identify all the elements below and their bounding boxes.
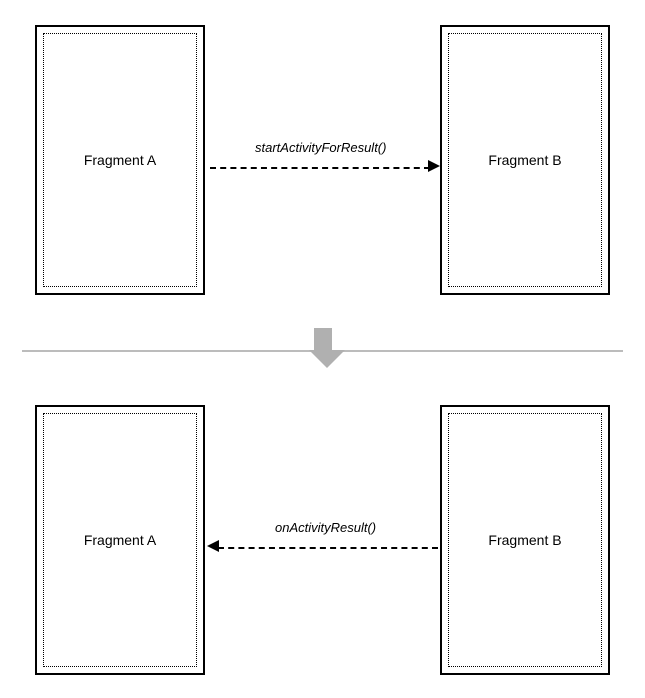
arrowhead-right-icon [428, 160, 440, 172]
arrow-top [210, 167, 430, 169]
fragment-a-box-top: Fragment A [35, 25, 205, 295]
fragment-b-box-bottom: Fragment B [440, 405, 610, 675]
down-arrow-icon [309, 328, 337, 368]
arrow-label-on-activity-result: onActivityResult() [275, 520, 376, 535]
fragment-a-label-top: Fragment A [84, 152, 156, 168]
fragment-a-label-bottom: Fragment A [84, 532, 156, 548]
fragment-a-box-bottom: Fragment A [35, 405, 205, 675]
arrow-label-start-activity: startActivityForResult() [255, 140, 386, 155]
fragment-b-label-bottom: Fragment B [488, 532, 561, 548]
diagram-stage: Fragment A Fragment B startActivityForRe… [0, 0, 645, 698]
arrowhead-left-icon [207, 540, 219, 552]
arrow-bottom [218, 547, 438, 549]
fragment-b-label-top: Fragment B [488, 152, 561, 168]
fragment-b-box-top: Fragment B [440, 25, 610, 295]
